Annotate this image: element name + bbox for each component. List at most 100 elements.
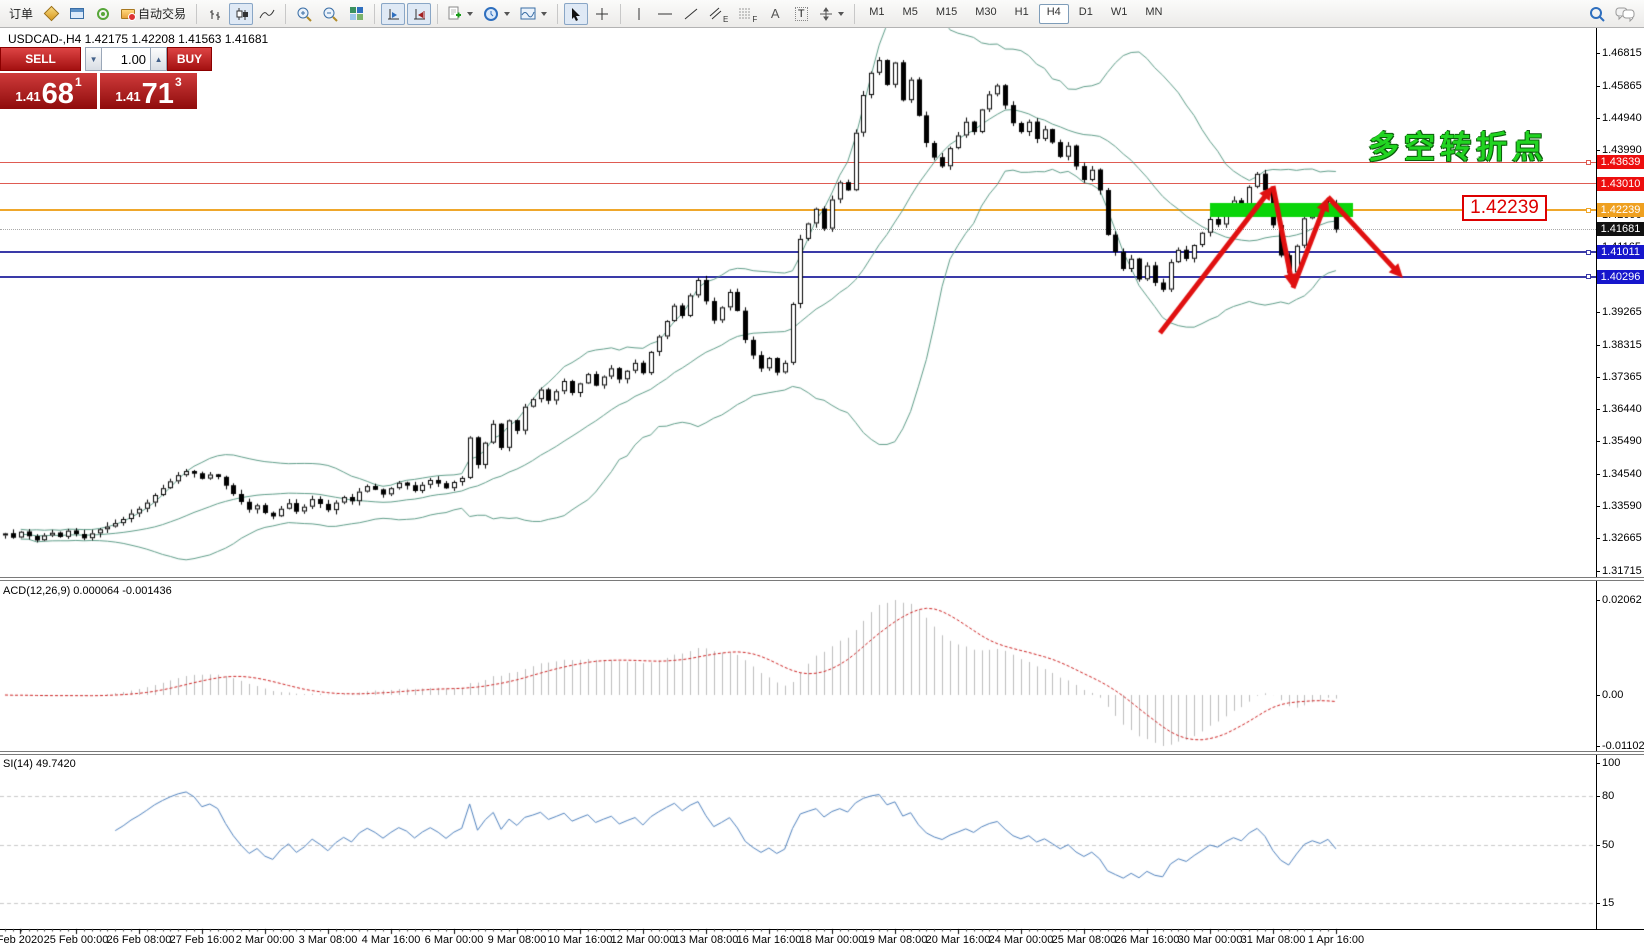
chevron-down-icon — [504, 12, 510, 16]
auto-scroll-button[interactable] — [381, 3, 405, 25]
autotrading-button[interactable]: 自动交易 — [117, 3, 190, 25]
price-badge-1.43639: 1.43639 — [1597, 155, 1644, 169]
new-chart-icon — [448, 6, 462, 21]
zoom-in-button[interactable] — [292, 3, 316, 25]
price-callout-label[interactable]: 1.42239 — [1462, 195, 1547, 221]
zoom-in-icon — [296, 6, 312, 22]
buy-price-prefix: 1.41 — [115, 89, 140, 104]
turning-point-annotation[interactable]: 多空转折点 — [1368, 122, 1548, 167]
chevron-down-icon — [467, 12, 473, 16]
timeframe-m5[interactable]: M5 — [895, 4, 926, 24]
timeframe-mn[interactable]: MN — [1137, 4, 1170, 24]
sell-button[interactable]: SELL — [0, 47, 81, 71]
price-badge-1.41681: 1.41681 — [1597, 222, 1644, 236]
toolbar-separator — [374, 4, 375, 24]
toolbar-separator — [285, 4, 286, 24]
tile-windows-icon — [350, 7, 363, 20]
text-label-icon: T — [795, 7, 808, 21]
bar-chart-button[interactable] — [203, 3, 227, 25]
data-window-button[interactable] — [65, 3, 89, 25]
line-handle[interactable] — [1586, 208, 1591, 213]
cursor-button[interactable] — [564, 3, 588, 25]
tile-windows-button[interactable] — [344, 3, 368, 25]
timeframe-m1[interactable]: M1 — [861, 4, 892, 24]
signal-icon — [97, 8, 109, 20]
chevron-down-icon — [541, 12, 547, 16]
volume-input[interactable] — [102, 47, 150, 71]
rsi-label: SI(14) 49.7420 — [3, 758, 76, 770]
timeframe-d1[interactable]: D1 — [1071, 4, 1101, 24]
triangle-down-icon: ▼ — [90, 55, 98, 64]
price-badge-1.42239: 1.42239 — [1597, 203, 1644, 217]
chat-button[interactable] — [1611, 3, 1639, 25]
sell-price-sup: 1 — [75, 75, 82, 89]
buy-price-button[interactable]: 1.41 71 3 — [100, 73, 197, 109]
timeframe-h1[interactable]: H1 — [1007, 4, 1037, 24]
chat-bubbles-icon — [1615, 6, 1635, 22]
one-click-trade-panel: SELL ▼ ▲ BUY 1.41 68 1 1.41 71 3 — [0, 46, 213, 109]
cursor-icon — [570, 7, 582, 21]
clock-icon — [483, 6, 499, 22]
line-handle[interactable] — [1586, 250, 1591, 255]
periods-button[interactable] — [479, 3, 514, 25]
sell-price-prefix: 1.41 — [15, 89, 40, 104]
timeframe-h4[interactable]: H4 — [1039, 4, 1069, 24]
text-label-button[interactable]: T — [789, 3, 813, 25]
chart-shift-button[interactable] — [407, 3, 431, 25]
zoom-out-button[interactable] — [318, 3, 342, 25]
buy-price-sup: 3 — [175, 75, 182, 89]
timeframe-m15[interactable]: M15 — [928, 4, 965, 24]
toolbar-separator — [854, 4, 855, 24]
sell-price-big: 68 — [42, 81, 74, 107]
macd-label: ACD(12,26,9) 0.000064 -0.001436 — [3, 585, 172, 597]
market-watch-button[interactable] — [39, 3, 63, 25]
gold-diamond-icon — [43, 6, 59, 22]
fibonacci-button[interactable]: F — [734, 3, 761, 25]
channel-button[interactable]: E — [705, 3, 732, 25]
horizontal-line-button[interactable] — [653, 3, 677, 25]
auto-scroll-icon — [386, 7, 401, 21]
line-handle[interactable] — [1586, 274, 1591, 279]
toolbar-separator — [196, 4, 197, 24]
zoom-out-icon — [322, 6, 338, 22]
new-order-button[interactable]: 订单 — [5, 3, 37, 25]
text-tool-icon: A — [771, 6, 780, 21]
fibonacci-letter: F — [752, 15, 757, 24]
candlestick-icon — [234, 7, 249, 21]
price-badge-1.40296: 1.40296 — [1597, 270, 1644, 284]
trendline-icon — [684, 7, 698, 21]
volume-up-button[interactable]: ▲ — [150, 47, 167, 71]
new-chart-button[interactable] — [444, 3, 477, 25]
pane-separator-rsi[interactable] — [0, 751, 1644, 755]
timeframe-w1[interactable]: W1 — [1103, 4, 1136, 24]
volume-down-button[interactable]: ▼ — [85, 47, 102, 71]
toolbar: 订单 自动交易 — [0, 0, 1644, 28]
sell-price-button[interactable]: 1.41 68 1 — [0, 73, 97, 109]
history-folder-icon — [121, 9, 135, 19]
navigator-button[interactable] — [91, 3, 115, 25]
templates-button[interactable] — [516, 3, 551, 25]
arrows-tool-button[interactable] — [815, 3, 848, 25]
timeframe-buttons: M1M5M15M30H1H4D1W1MN — [860, 4, 1171, 24]
pane-separator-macd[interactable] — [0, 577, 1644, 581]
toolbar-separator — [437, 4, 438, 24]
search-icon — [1589, 6, 1605, 22]
line-chart-button[interactable] — [255, 3, 279, 25]
timeframe-m30[interactable]: M30 — [967, 4, 1004, 24]
crosshair-button[interactable] — [590, 3, 614, 25]
text-tool-button[interactable]: A — [763, 3, 787, 25]
line-handle[interactable] — [1586, 160, 1591, 165]
horizontal-line-icon — [657, 7, 673, 21]
triangle-up-icon: ▲ — [155, 55, 163, 64]
search-button[interactable] — [1585, 3, 1609, 25]
line-chart-icon — [259, 7, 275, 21]
vertical-line-button[interactable] — [627, 3, 651, 25]
chart-shift-icon — [412, 7, 427, 21]
price-badge-1.41011: 1.41011 — [1597, 245, 1644, 259]
candlestick-chart-button[interactable] — [229, 3, 253, 25]
trendline-button[interactable] — [679, 3, 703, 25]
arrows-icon — [819, 7, 833, 21]
toolbar-separator — [620, 4, 621, 24]
window-icon — [70, 8, 84, 19]
buy-button[interactable]: BUY — [167, 47, 212, 71]
